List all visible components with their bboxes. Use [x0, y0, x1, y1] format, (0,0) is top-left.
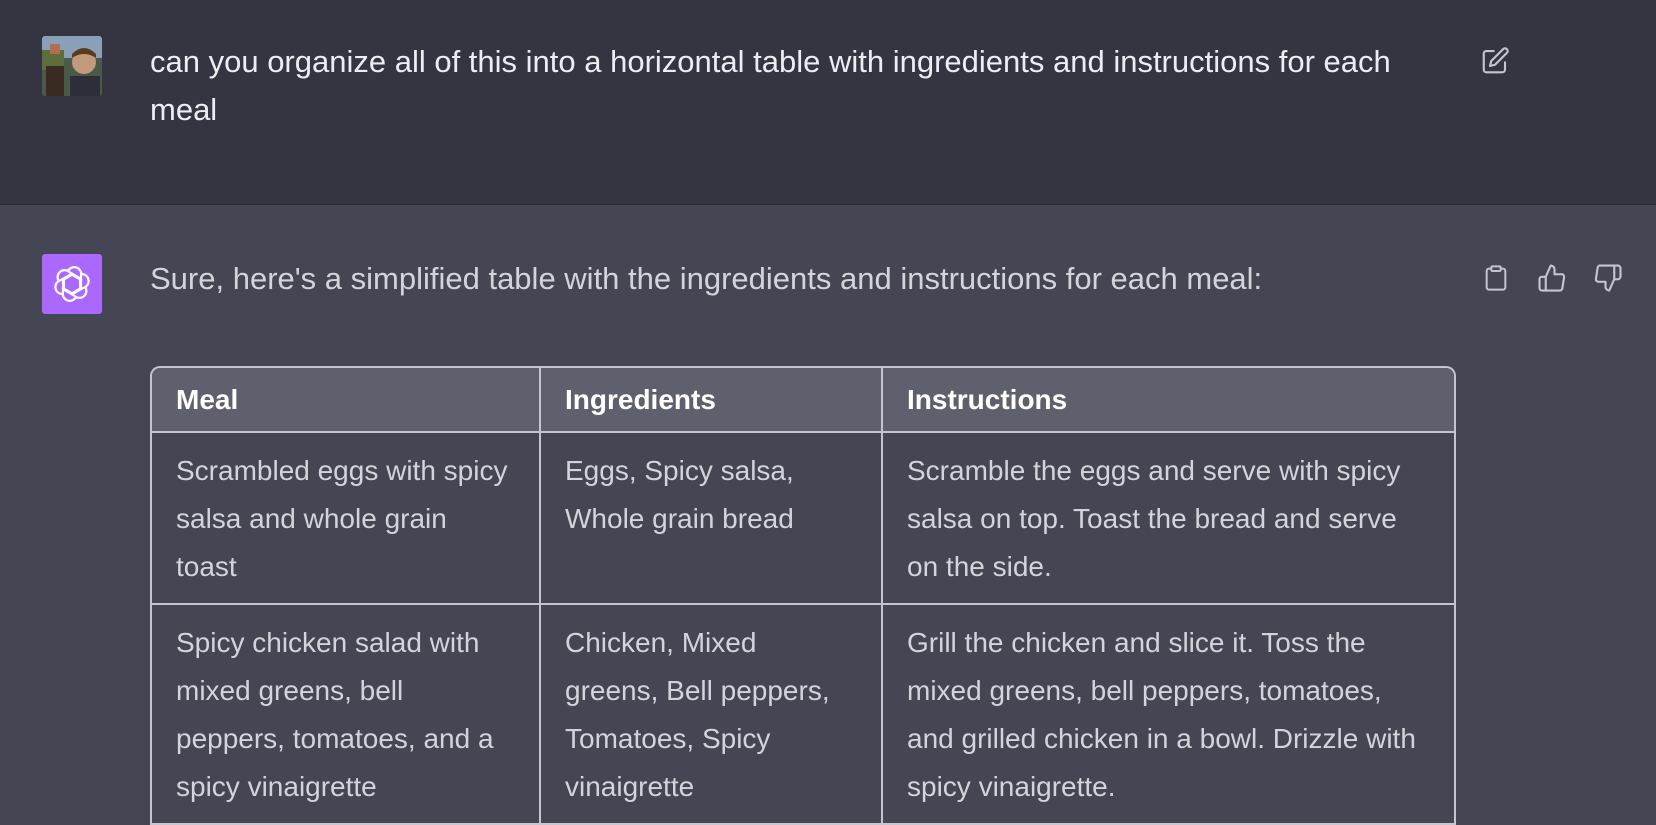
instructions-cell: Grill the chicken and slice it. Toss the… — [882, 604, 1454, 825]
user-message-row: can you organize all of this into a hori… — [0, 0, 1656, 205]
assistant-intro-text: Sure, here's a simplified table with the… — [150, 261, 1263, 296]
user-avatar — [42, 36, 102, 96]
header-instructions: Instructions — [882, 368, 1454, 433]
table-row: Spicy chicken salad with mixed greens, b… — [152, 604, 1454, 825]
header-ingredients: Ingredients — [540, 368, 883, 433]
user-message-text: can you organize all of this into a hori… — [150, 44, 1391, 127]
chatgpt-logo-icon — [42, 254, 102, 314]
thumbs-up-icon[interactable] — [1534, 260, 1570, 296]
thumbs-down-icon[interactable] — [1590, 260, 1626, 296]
meal-table: Meal Ingredients Instructions Scrambled … — [150, 366, 1456, 825]
ingredients-cell: Eggs, Spicy salsa, Whole grain bread — [540, 432, 883, 605]
table-header-row: Meal Ingredients Instructions — [152, 368, 1454, 433]
clipboard-icon[interactable] — [1478, 260, 1514, 296]
assistant-message-row: Sure, here's a simplified table with the… — [0, 205, 1656, 825]
edit-icon[interactable] — [1477, 43, 1513, 79]
meal-cell: Spicy chicken salad with mixed greens, b… — [152, 604, 541, 825]
header-meal: Meal — [152, 368, 541, 433]
meal-cell: Scrambled eggs with spicy salsa and whol… — [152, 432, 541, 605]
instructions-cell: Scramble the eggs and serve with spicy s… — [882, 432, 1454, 605]
table-row: Scrambled eggs with spicy salsa and whol… — [152, 432, 1454, 605]
ingredients-cell: Chicken, Mixed greens, Bell peppers, Tom… — [540, 604, 883, 825]
